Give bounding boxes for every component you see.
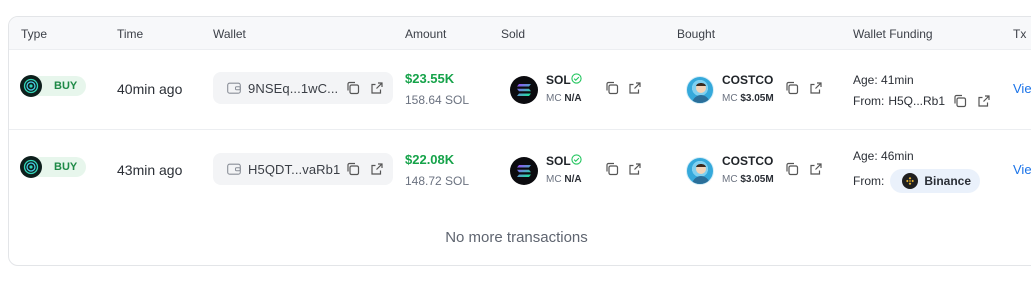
bought-token-name: COSTCO <box>722 154 774 168</box>
wallet-address: H5QDT...vaRb1 <box>248 161 341 177</box>
wallet-chip[interactable]: H5QDT...vaRb1 <box>213 153 393 185</box>
mc-value: $3.05M <box>740 93 774 104</box>
copy-icon[interactable] <box>605 162 619 176</box>
mc-value: N/A <box>564 93 582 104</box>
header-type: Type <box>21 27 48 41</box>
verified-check-icon <box>571 154 582 165</box>
external-link-icon[interactable] <box>628 81 642 95</box>
copy-icon[interactable] <box>346 81 360 95</box>
external-link-icon[interactable] <box>370 162 384 176</box>
sold-market-cap: MC N/A <box>546 93 582 104</box>
header-wallet-funding: Wallet Funding <box>853 27 933 41</box>
from-label: From: <box>853 94 885 108</box>
binance-icon <box>902 173 919 189</box>
external-link-icon[interactable] <box>628 162 642 176</box>
amount-usd: $23.55K <box>405 71 455 86</box>
amount-sol: 158.64 SOL <box>405 93 470 107</box>
sold-token-name: SOL <box>546 154 571 168</box>
header-tx: Tx <box>1013 27 1027 41</box>
trader-logo-icon <box>20 75 42 97</box>
mc-value: N/A <box>564 174 582 185</box>
funding-age: Age: 41min <box>853 73 914 87</box>
wallet-icon <box>227 82 241 94</box>
funding-age: Age: 46min <box>853 149 914 163</box>
funding-from: From: H5Q...Rb1 <box>853 94 991 108</box>
copy-icon[interactable] <box>346 162 360 176</box>
time-ago: 40min ago <box>117 81 183 97</box>
mc-label: MC <box>722 93 738 104</box>
trader-logo-icon <box>20 156 42 178</box>
header-amount: Amount <box>405 27 447 41</box>
from-label: From: <box>853 174 885 188</box>
mc-value: $3.05M <box>740 174 774 185</box>
amount-sol: 148.72 SOL <box>405 174 470 188</box>
external-link-icon[interactable] <box>977 94 991 108</box>
header-wallet: Wallet <box>213 27 246 41</box>
costco-avatar <box>686 157 714 185</box>
time-ago: 43min ago <box>117 162 183 178</box>
header-sold: Sold <box>501 27 526 41</box>
bought-market-cap: MC $3.05M <box>722 93 774 104</box>
mc-label: MC <box>546 93 562 104</box>
external-link-icon[interactable] <box>809 81 823 95</box>
verified-check-icon <box>571 73 582 84</box>
funding-from: From: Binance <box>853 169 981 193</box>
copy-icon[interactable] <box>785 81 799 95</box>
copy-icon[interactable] <box>605 81 619 95</box>
funding-source-address[interactable]: H5Q...Rb1 <box>888 94 945 108</box>
bought-market-cap: MC $3.05M <box>722 174 774 185</box>
table-row: BUY 43min ago H5QDT...vaRb1 $22.08K 148.… <box>9 131 1031 211</box>
type-badge: BUY <box>20 156 86 178</box>
bought-token-name: COSTCO <box>722 73 774 87</box>
transactions-table: Type Time Wallet Amount Sold Bought Wall… <box>8 16 1031 266</box>
wallet-address: 9NSEq...1wC... <box>248 80 339 96</box>
solana-icon <box>510 157 538 185</box>
header-bought: Bought <box>677 27 716 41</box>
type-badge: BUY <box>20 75 86 97</box>
external-link-icon[interactable] <box>370 81 384 95</box>
copy-icon[interactable] <box>785 162 799 176</box>
mc-label: MC <box>722 174 738 185</box>
tx-view-link[interactable]: View <box>1013 81 1031 96</box>
solana-icon <box>510 76 538 104</box>
amount-usd: $22.08K <box>405 152 455 167</box>
table-header: Type Time Wallet Amount Sold Bought Wall… <box>9 17 1031 50</box>
external-link-icon[interactable] <box>809 162 823 176</box>
table-row: BUY 40min ago 9NSEq...1wC... $23.55K 158… <box>9 50 1031 130</box>
mc-label: MC <box>546 174 562 185</box>
type-label: BUY <box>54 161 78 173</box>
no-more-transactions: No more transactions <box>445 229 588 246</box>
copy-icon[interactable] <box>953 94 967 108</box>
binance-label: Binance <box>924 174 972 188</box>
binance-source-chip[interactable]: Binance <box>890 169 981 193</box>
type-label: BUY <box>54 80 78 92</box>
wallet-chip[interactable]: 9NSEq...1wC... <box>213 72 393 104</box>
tx-view-link[interactable]: View <box>1013 162 1031 177</box>
costco-avatar <box>686 76 714 104</box>
header-time: Time <box>117 27 144 41</box>
wallet-icon <box>227 163 241 175</box>
sold-market-cap: MC N/A <box>546 174 582 185</box>
sold-token-name: SOL <box>546 73 571 87</box>
